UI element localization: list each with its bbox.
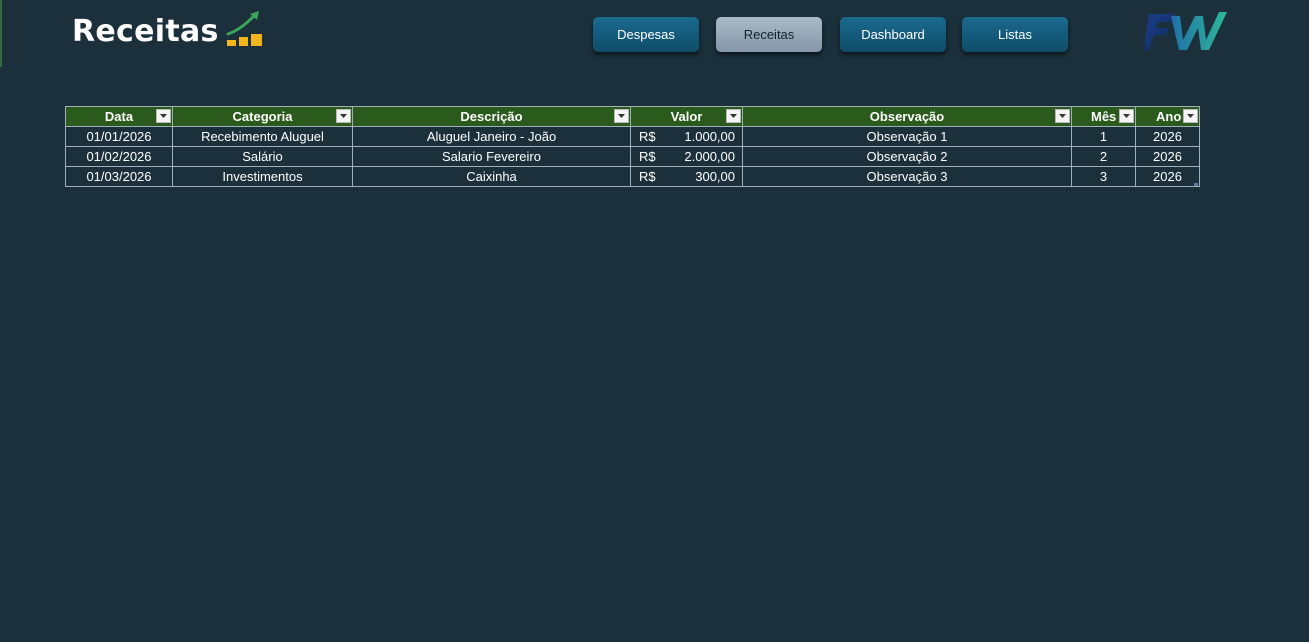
column-header-mes: Mês bbox=[1071, 106, 1136, 127]
cell-descricao[interactable]: Salario Fevereiro bbox=[352, 146, 631, 167]
cell-data[interactable]: 01/01/2026 bbox=[65, 126, 173, 147]
cell-observacao[interactable]: Observação 3 bbox=[742, 166, 1072, 187]
receitas-table: Data Categoria Descrição Valor Observaçã… bbox=[65, 106, 1200, 187]
currency-symbol: R$ bbox=[639, 129, 656, 144]
filter-dropdown-icon[interactable] bbox=[1055, 109, 1070, 123]
filter-dropdown-icon[interactable] bbox=[156, 109, 171, 123]
filter-dropdown-icon[interactable] bbox=[336, 109, 351, 123]
cell-descricao[interactable]: Aluguel Janeiro - João bbox=[352, 126, 631, 147]
cell-mes[interactable]: 3 bbox=[1071, 166, 1136, 187]
filter-dropdown-icon[interactable] bbox=[1119, 109, 1134, 123]
receitas-button[interactable]: Receitas bbox=[716, 17, 822, 52]
table-row: 01/03/2026 Investimentos Caixinha R$ 300,… bbox=[65, 166, 1200, 187]
cell-data[interactable]: 01/02/2026 bbox=[65, 146, 173, 167]
amount: 300,00 bbox=[695, 169, 735, 184]
despesas-button[interactable]: Despesas bbox=[593, 17, 699, 52]
currency-symbol: R$ bbox=[639, 169, 656, 184]
cell-observacao[interactable]: Observação 1 bbox=[742, 126, 1072, 147]
cell-valor[interactable]: R$ 2.000,00 bbox=[630, 146, 743, 167]
amount: 1.000,00 bbox=[684, 129, 735, 144]
filter-dropdown-icon[interactable] bbox=[614, 109, 629, 123]
currency-symbol: R$ bbox=[639, 149, 656, 164]
cell-ano[interactable]: 2026 bbox=[1135, 146, 1200, 167]
table-header-row: Data Categoria Descrição Valor Observaçã… bbox=[65, 106, 1200, 127]
dashboard-button[interactable]: Dashboard bbox=[840, 17, 946, 52]
column-header-valor: Valor bbox=[630, 106, 743, 127]
table-row: 01/01/2026 Recebimento Aluguel Aluguel J… bbox=[65, 126, 1200, 147]
page-title: Receitas bbox=[72, 14, 219, 49]
window-edge bbox=[0, 0, 2, 67]
listas-button[interactable]: Listas bbox=[962, 17, 1068, 52]
cell-ano[interactable]: 2026 bbox=[1135, 166, 1200, 187]
cell-mes[interactable]: 2 bbox=[1071, 146, 1136, 167]
cell-valor[interactable]: R$ 1.000,00 bbox=[630, 126, 743, 147]
column-header-observacao: Observação bbox=[742, 106, 1072, 127]
fw-logo bbox=[1145, 12, 1227, 50]
bar-chart-growth-icon bbox=[226, 11, 262, 46]
cell-categoria[interactable]: Investimentos bbox=[172, 166, 353, 187]
cell-data[interactable]: 01/03/2026 bbox=[65, 166, 173, 187]
table-resize-handle[interactable] bbox=[1194, 183, 1198, 186]
filter-dropdown-icon[interactable] bbox=[726, 109, 741, 123]
cell-categoria[interactable]: Salário bbox=[172, 146, 353, 167]
column-header-categoria: Categoria bbox=[172, 106, 353, 127]
filter-dropdown-icon[interactable] bbox=[1183, 109, 1198, 123]
cell-valor[interactable]: R$ 300,00 bbox=[630, 166, 743, 187]
cell-ano[interactable]: 2026 bbox=[1135, 126, 1200, 147]
amount: 2.000,00 bbox=[684, 149, 735, 164]
cell-categoria[interactable]: Recebimento Aluguel bbox=[172, 126, 353, 147]
column-header-ano: Ano bbox=[1135, 106, 1200, 127]
cell-descricao[interactable]: Caixinha bbox=[352, 166, 631, 187]
table-row: 01/02/2026 Salário Salario Fevereiro R$ 2… bbox=[65, 146, 1200, 167]
cell-observacao[interactable]: Observação 2 bbox=[742, 146, 1072, 167]
column-header-data: Data bbox=[65, 106, 173, 127]
column-header-descricao: Descrição bbox=[352, 106, 631, 127]
cell-mes[interactable]: 1 bbox=[1071, 126, 1136, 147]
